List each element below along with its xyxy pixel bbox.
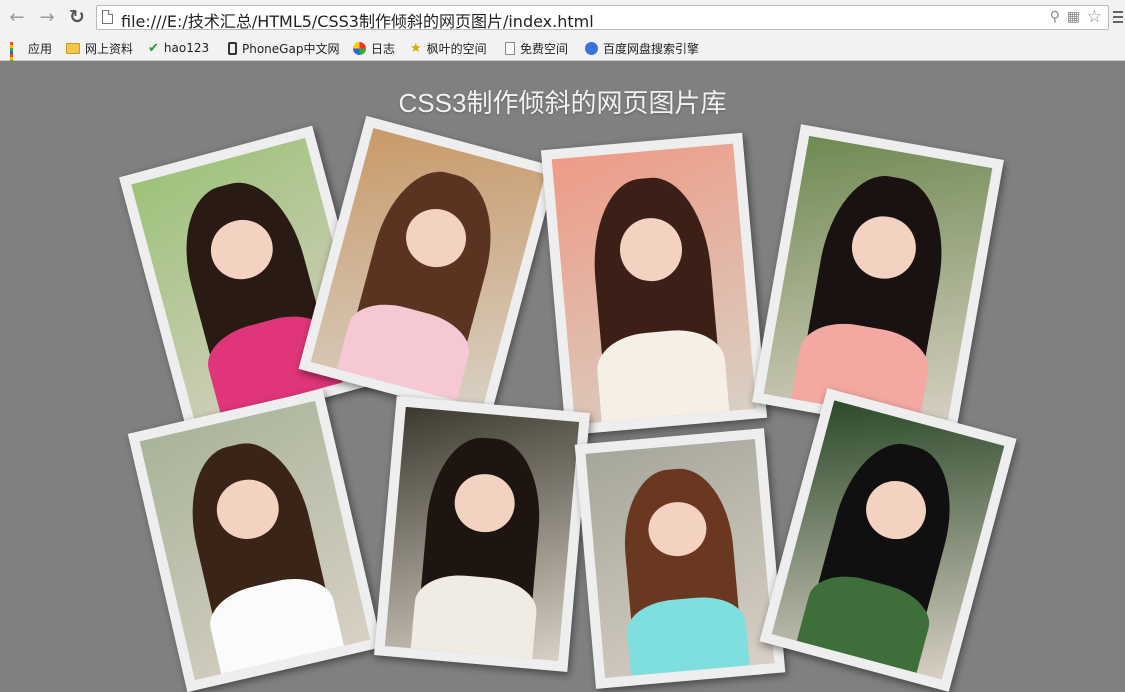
photo-card-8[interactable] [759, 388, 1017, 692]
search-icon[interactable]: ⚲ [1050, 9, 1060, 25]
colorful-circle-icon [353, 41, 366, 55]
photo-image [139, 400, 371, 681]
back-arrow-icon[interactable]: ← [6, 6, 28, 28]
bookmark-free-space[interactable]: 免费空间 [505, 39, 568, 57]
photo-card-2[interactable] [298, 115, 558, 421]
photo-card-5[interactable] [127, 388, 383, 692]
bookmark-maple[interactable]: ★ 枫叶的空间 [410, 39, 487, 57]
page-content: CSS3制作倾斜的网页图片库 [0, 61, 1125, 692]
phone-icon [228, 41, 237, 55]
photo-image [551, 143, 757, 425]
translate-icon[interactable]: ▦ [1067, 9, 1080, 25]
page-title: CSS3制作倾斜的网页图片库 [398, 88, 727, 118]
bookmark-apps[interactable]: 应用 [10, 39, 52, 69]
page-icon [102, 10, 113, 24]
forward-arrow-icon[interactable]: → [36, 6, 58, 28]
photo-card-3[interactable] [540, 132, 768, 436]
photo-image [585, 439, 775, 678]
document-icon [505, 41, 515, 55]
photo-image [384, 406, 580, 662]
photo-card-4[interactable] [752, 124, 1004, 438]
bookmarks-bar: 应用 网上资料 ✔ hao123 PhoneGap中文网 日志 ★ 枫叶的空间 … [0, 36, 1125, 69]
browser-toolbar: ← → ↻ file:///E:/技术汇总/HTML5/CSS3制作倾斜的网页图… [0, 0, 1125, 37]
photo-image [763, 135, 993, 427]
baidu-icon [585, 41, 598, 55]
photo-image [771, 400, 1005, 680]
bookmark-star-icon[interactable]: ☆ [1087, 7, 1102, 27]
photo-image [310, 128, 546, 408]
hao123-icon: ✔ [148, 40, 159, 56]
reload-icon[interactable]: ↻ [66, 6, 88, 28]
star-icon: ★ [410, 40, 422, 56]
bookmark-baidu[interactable]: 百度网盘搜索引擎 [585, 39, 699, 57]
url-text[interactable]: file:///E:/技术汇总/HTML5/CSS3制作倾斜的网页图片/inde… [121, 8, 594, 32]
address-bar[interactable]: file:///E:/技术汇总/HTML5/CSS3制作倾斜的网页图片/inde… [96, 5, 1109, 32]
menu-icon[interactable] [1113, 11, 1123, 25]
bookmark-phonegap[interactable]: PhoneGap中文网 [228, 39, 339, 57]
bookmark-log[interactable]: 日志 [353, 39, 395, 57]
folder-icon [66, 42, 80, 54]
bookmark-folder[interactable]: 网上资料 [66, 39, 133, 57]
photo-card-6[interactable] [374, 396, 590, 672]
bookmark-hao123[interactable]: ✔ hao123 [148, 39, 209, 57]
photo-card-7[interactable] [574, 428, 786, 689]
apps-icon [10, 41, 23, 69]
